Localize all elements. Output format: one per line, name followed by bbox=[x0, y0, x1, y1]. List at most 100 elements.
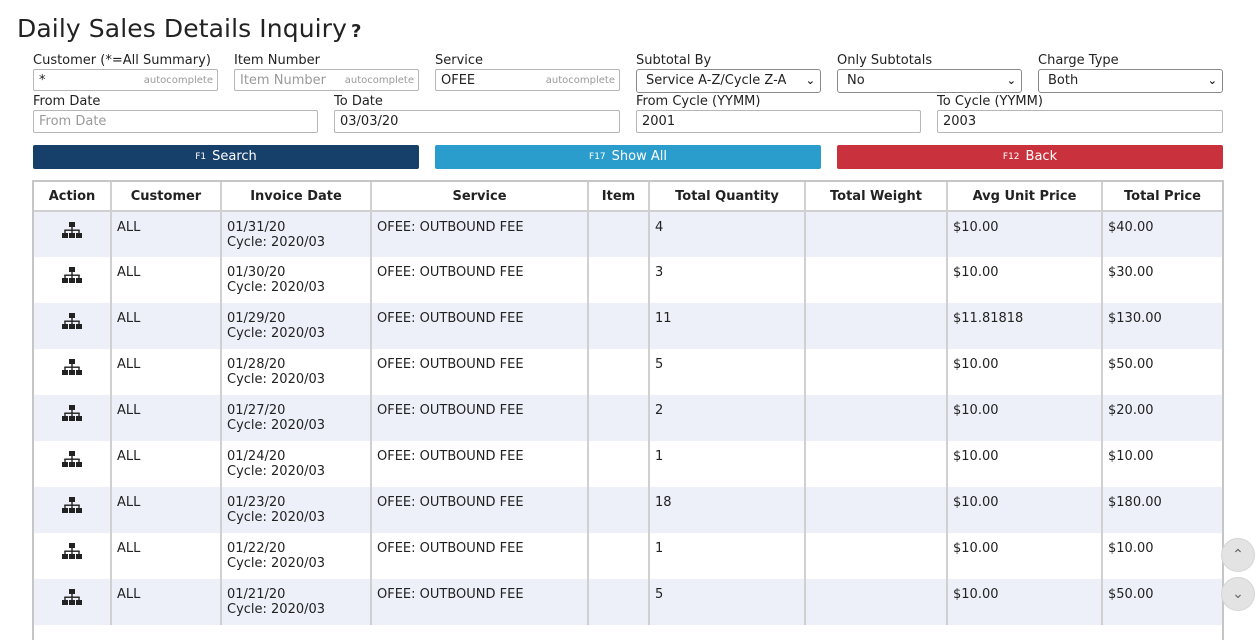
total-quantity-cell: 5 bbox=[649, 349, 806, 395]
total-price-cell: $30.00 bbox=[1102, 257, 1222, 303]
col-header-avg-unit-price[interactable]: Avg Unit Price bbox=[947, 182, 1103, 212]
col-header-total-weight[interactable]: Total Weight bbox=[805, 182, 948, 212]
total-quantity-cell: 3 bbox=[649, 257, 806, 303]
chevron-up-icon[interactable]: ⌃ bbox=[1221, 538, 1255, 572]
sitemap-icon[interactable] bbox=[62, 313, 82, 331]
to-date-input[interactable]: 03/03/20 bbox=[334, 110, 620, 133]
invoice-date-cell: 01/27/20 Cycle: 2020/03 bbox=[221, 395, 372, 441]
subtotal-by-field: Subtotal By Service A-Z/Cycle Z-A ⌄ bbox=[636, 53, 821, 93]
item-number-input[interactable]: Item Number autocomplete bbox=[234, 69, 419, 91]
chevron-down-icon: ⌄ bbox=[1006, 74, 1016, 87]
search-button-label: Search bbox=[212, 149, 257, 164]
to-date-field: To Date 03/03/20 bbox=[334, 94, 620, 133]
cycle-text: Cycle: 2020/03 bbox=[227, 510, 326, 525]
page-title: Daily Sales Details Inquiry? bbox=[17, 14, 362, 43]
total-weight-cell bbox=[805, 349, 948, 395]
table-row: ALL 01/27/20 Cycle: 2020/03 OFEE: OUTBOUND … bbox=[34, 395, 1222, 441]
table-row: ALL 01/24/20 Cycle: 2020/03 OFEE: OUTBOUND … bbox=[34, 441, 1222, 487]
charge-type-field: Charge Type Both ⌄ bbox=[1038, 53, 1223, 93]
avg-unit-price-cell: $11.81818 bbox=[947, 303, 1103, 349]
col-header-total-quantity[interactable]: Total Quantity bbox=[649, 182, 806, 212]
col-header-invoice-date[interactable]: Invoice Date bbox=[221, 182, 372, 212]
total-weight-cell bbox=[805, 211, 948, 257]
back-button[interactable]: F12 Back bbox=[837, 145, 1223, 169]
customer-cell: ALL bbox=[111, 349, 222, 395]
chevron-down-icon[interactable]: ⌄ bbox=[1221, 577, 1255, 611]
customer-input[interactable]: * autocomplete bbox=[33, 69, 218, 91]
invoice-date: 01/23/20 bbox=[227, 495, 286, 510]
avg-unit-price-cell: $10.00 bbox=[947, 395, 1103, 441]
from-cycle-field: From Cycle (YYMM) 2001 bbox=[636, 94, 921, 133]
invoice-date-cell: 01/21/20 Cycle: 2020/03 bbox=[221, 579, 372, 625]
customer-label: Customer (*=All Summary) bbox=[33, 53, 211, 68]
customer-field: Customer (*=All Summary) * autocomplete bbox=[33, 53, 218, 91]
cycle-text: Cycle: 2020/03 bbox=[227, 602, 326, 617]
cycle-text: Cycle: 2020/03 bbox=[227, 418, 326, 433]
col-header-action[interactable]: Action bbox=[34, 182, 112, 212]
results-table: Action Customer Invoice Date Service Ite… bbox=[34, 182, 1222, 625]
from-cycle-label: From Cycle (YYMM) bbox=[636, 94, 761, 109]
service-cell: OFEE: OUTBOUND FEE bbox=[371, 257, 589, 303]
action-cell bbox=[34, 303, 112, 349]
search-button[interactable]: F1 Search bbox=[33, 145, 419, 169]
sitemap-icon[interactable] bbox=[62, 359, 82, 377]
action-cell bbox=[34, 395, 112, 441]
service-cell: OFEE: OUTBOUND FEE bbox=[371, 441, 589, 487]
invoice-date-cell: 01/22/20 Cycle: 2020/03 bbox=[221, 533, 372, 579]
col-header-item[interactable]: Item bbox=[588, 182, 650, 212]
avg-unit-price-cell: $10.00 bbox=[947, 211, 1103, 257]
only-subtotals-field: Only Subtotals No ⌄ bbox=[837, 53, 1022, 93]
col-header-customer[interactable]: Customer bbox=[111, 182, 222, 212]
total-price-cell: $130.00 bbox=[1102, 303, 1222, 349]
help-icon[interactable]: ? bbox=[351, 21, 362, 42]
subtotal-by-select[interactable]: Service A-Z/Cycle Z-A ⌄ bbox=[636, 69, 821, 93]
service-field: Service OFEE autocomplete bbox=[435, 53, 620, 91]
from-date-placeholder: From Date bbox=[39, 114, 107, 129]
sitemap-icon[interactable] bbox=[62, 405, 82, 423]
col-header-service[interactable]: Service bbox=[371, 182, 589, 212]
avg-unit-price-cell: $10.00 bbox=[947, 441, 1103, 487]
invoice-date-cell: 01/23/20 Cycle: 2020/03 bbox=[221, 487, 372, 533]
sitemap-icon[interactable] bbox=[62, 497, 82, 515]
cycle-text: Cycle: 2020/03 bbox=[227, 280, 326, 295]
from-date-label: From Date bbox=[33, 94, 101, 109]
item-cell bbox=[588, 487, 650, 533]
avg-unit-price-cell: $10.00 bbox=[947, 257, 1103, 303]
only-subtotals-select[interactable]: No ⌄ bbox=[837, 69, 1022, 93]
col-header-total-price[interactable]: Total Price bbox=[1102, 182, 1222, 212]
item-cell bbox=[588, 441, 650, 487]
customer-cell: ALL bbox=[111, 257, 222, 303]
action-cell bbox=[34, 211, 112, 257]
item-cell bbox=[588, 395, 650, 441]
show-all-hotkey: F17 bbox=[589, 152, 606, 162]
results-table-container: Action Customer Invoice Date Service Ite… bbox=[32, 180, 1224, 640]
total-price-cell: $10.00 bbox=[1102, 441, 1222, 487]
only-subtotals-label: Only Subtotals bbox=[837, 53, 933, 68]
back-button-label: Back bbox=[1025, 149, 1058, 164]
total-quantity-cell: 2 bbox=[649, 395, 806, 441]
service-cell: OFEE: OUTBOUND FEE bbox=[371, 579, 589, 625]
item-number-autocomplete-hint: autocomplete bbox=[344, 75, 414, 86]
sitemap-icon[interactable] bbox=[62, 267, 82, 285]
show-all-button[interactable]: F17 Show All bbox=[435, 145, 821, 169]
invoice-date-cell: 01/29/20 Cycle: 2020/03 bbox=[221, 303, 372, 349]
sitemap-icon[interactable] bbox=[62, 589, 82, 607]
invoice-date: 01/27/20 bbox=[227, 403, 286, 418]
search-hotkey: F1 bbox=[195, 152, 207, 162]
from-date-input[interactable]: From Date bbox=[33, 110, 318, 133]
table-row: ALL 01/31/20 Cycle: 2020/03 OFEE: OUTBOUND … bbox=[34, 211, 1222, 257]
total-price-cell: $20.00 bbox=[1102, 395, 1222, 441]
from-cycle-input[interactable]: 2001 bbox=[636, 110, 921, 133]
invoice-date-cell: 01/24/20 Cycle: 2020/03 bbox=[221, 441, 372, 487]
table-row: ALL 01/22/20 Cycle: 2020/03 OFEE: OUTBOUND … bbox=[34, 533, 1222, 579]
sitemap-icon[interactable] bbox=[62, 543, 82, 561]
total-quantity-cell: 18 bbox=[649, 487, 806, 533]
to-cycle-input[interactable]: 2003 bbox=[937, 110, 1223, 133]
action-cell bbox=[34, 349, 112, 395]
sitemap-icon[interactable] bbox=[62, 451, 82, 469]
sitemap-icon[interactable] bbox=[62, 222, 82, 240]
item-cell bbox=[588, 349, 650, 395]
customer-cell: ALL bbox=[111, 441, 222, 487]
service-input[interactable]: OFEE autocomplete bbox=[435, 69, 620, 91]
charge-type-select[interactable]: Both ⌄ bbox=[1038, 69, 1223, 93]
